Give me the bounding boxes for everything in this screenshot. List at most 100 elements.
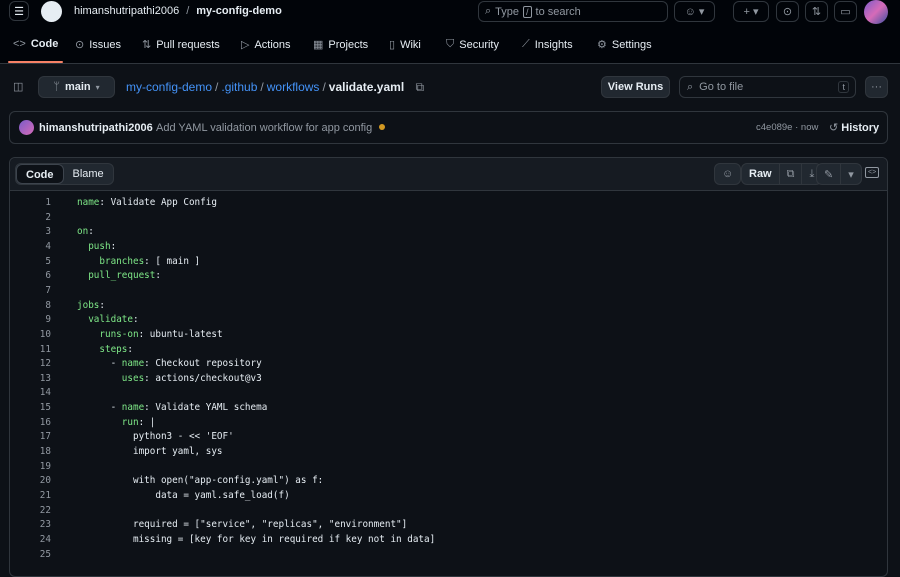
line-number[interactable]: 16 xyxy=(10,416,51,431)
go-to-file-input[interactable]: ⌕ Go to file t xyxy=(679,76,856,98)
line-number[interactable]: 25 xyxy=(10,548,51,563)
create-new-button[interactable]: + ▾ xyxy=(733,1,769,22)
line-number[interactable]: 19 xyxy=(10,460,51,475)
search-input[interactable]: ⌕ Type / to search xyxy=(478,1,668,22)
tab-pull-requests[interactable]: ⇅ Pull requests xyxy=(142,38,220,52)
line-number[interactable]: 22 xyxy=(10,504,51,519)
go-to-file-placeholder: Go to file xyxy=(699,81,744,93)
inbox-button[interactable]: ▭ xyxy=(834,1,857,22)
yaml-value: : ubuntu-latest xyxy=(138,328,223,340)
line-number[interactable]: 21 xyxy=(10,489,51,504)
copilot-button[interactable]: ☺ ▾ xyxy=(674,1,715,22)
pull-requests-button[interactable]: ⇅ xyxy=(805,1,828,22)
yaml-key: on xyxy=(77,226,89,238)
line-number[interactable]: 11 xyxy=(10,343,51,358)
chevron-down-icon[interactable]: ▾ xyxy=(841,164,861,184)
tab-blame-view[interactable]: Blame xyxy=(64,164,113,184)
view-runs-button[interactable]: View Runs xyxy=(601,76,670,98)
tab-insights[interactable]: ⟋ Insights xyxy=(522,38,573,51)
line-content: name: Validate App Config xyxy=(77,196,217,211)
line-number[interactable]: 2 xyxy=(10,211,51,226)
breadcrumb-github[interactable]: .github xyxy=(221,80,257,94)
code-line: 17 python3 - << 'EOF' xyxy=(10,430,887,445)
line-number[interactable]: 23 xyxy=(10,518,51,533)
breadcrumb-repo[interactable]: my-config-demo xyxy=(126,80,212,94)
line-number[interactable]: 8 xyxy=(10,299,51,314)
tab-settings[interactable]: ⚙ Settings xyxy=(597,38,652,52)
code-line: 7 xyxy=(10,284,887,299)
branch-selector[interactable]: ᛘ main ▾ xyxy=(38,76,115,98)
line-number[interactable]: 17 xyxy=(10,430,51,445)
owner-link[interactable]: himanshutripathi2006 xyxy=(74,5,179,17)
avatar[interactable] xyxy=(864,0,888,24)
line-number[interactable]: 6 xyxy=(10,269,51,284)
plus-icon: + xyxy=(743,5,750,18)
history-label: History xyxy=(841,122,880,134)
line-number[interactable]: 18 xyxy=(10,445,51,460)
line-number[interactable]: 12 xyxy=(10,357,51,372)
copy-raw-icon[interactable]: ⧉ xyxy=(780,164,803,184)
file-viewer: Code Blame ☺ Raw ⧉ ⤓ ✎ ▾ <> 1 name: Valid… xyxy=(9,157,888,577)
symbols-panel-icon[interactable]: <> xyxy=(865,167,880,178)
line-number[interactable]: 9 xyxy=(10,313,51,328)
line-number[interactable]: 14 xyxy=(10,386,51,401)
copilot-ask-button[interactable]: ☺ xyxy=(714,163,742,185)
author-avatar[interactable] xyxy=(19,120,34,135)
pencil-icon[interactable]: ✎ xyxy=(817,164,842,184)
commit-time: now xyxy=(800,122,819,133)
copy-path-icon[interactable]: ⧉ xyxy=(416,80,425,94)
line-number[interactable]: 1 xyxy=(10,196,51,211)
raw-button[interactable]: Raw xyxy=(742,164,780,184)
line-number[interactable]: 13 xyxy=(10,372,51,387)
menu-button[interactable]: ☰ xyxy=(9,1,29,21)
search-placeholder-suffix: to search xyxy=(535,5,581,18)
tab-label: Wiki xyxy=(400,38,421,51)
repo-link[interactable]: my-config-demo xyxy=(196,5,282,17)
code-area[interactable]: 1 name: Validate App Config 2 3 on: 4 push: 5 … xyxy=(10,196,887,576)
tab-code[interactable]: <> Code xyxy=(13,38,58,50)
tab-wiki[interactable]: ▯ Wiki xyxy=(389,38,421,52)
code-line: 24 missing = [key for key in required if… xyxy=(10,533,887,548)
tab-security[interactable]: ⛉ Security xyxy=(446,38,499,51)
line-indent: with open("app-config.yaml") as f: xyxy=(77,475,324,487)
tab-projects[interactable]: ▦ Projects xyxy=(313,38,368,52)
breadcrumb-workflows[interactable]: workflows xyxy=(267,80,320,94)
yaml-key: branches xyxy=(99,255,145,267)
tab-issues[interactable]: ⊙ Issues xyxy=(75,38,121,52)
tab-actions[interactable]: ▷ Actions xyxy=(241,38,291,52)
commit-message[interactable]: Add YAML validation workflow for app con… xyxy=(156,122,372,134)
line-number[interactable]: 3 xyxy=(10,225,51,240)
status-pending-icon[interactable] xyxy=(379,124,385,130)
commit-author[interactable]: himanshutripathi2006 xyxy=(39,122,153,134)
line-content: with open("app-config.yaml") as f: xyxy=(77,474,323,489)
issues-button[interactable]: ⊙ xyxy=(776,1,799,22)
line-content: on: xyxy=(77,225,94,240)
github-logo-icon[interactable] xyxy=(41,1,62,22)
commit-sha[interactable]: c4e089e xyxy=(756,122,792,133)
line-content: python3 - << 'EOF' xyxy=(77,430,234,445)
yaml-value: : [ main ] xyxy=(144,255,201,267)
line-indent: python3 - << 'EOF' xyxy=(77,431,234,443)
line-indent: - xyxy=(77,358,122,370)
line-number[interactable]: 24 xyxy=(10,533,51,548)
code-line: 12 - name: Checkout repository xyxy=(10,357,887,372)
line-number[interactable]: 15 xyxy=(10,401,51,416)
line-content: steps: xyxy=(77,343,133,358)
line-number[interactable]: 5 xyxy=(10,255,51,270)
line-number[interactable]: 20 xyxy=(10,474,51,489)
line-number[interactable]: 7 xyxy=(10,284,51,299)
code-icon: <> xyxy=(13,38,26,50)
line-number[interactable]: 4 xyxy=(10,240,51,255)
code-line: 8 jobs: xyxy=(10,299,887,314)
history-link[interactable]: ↺ History xyxy=(829,121,879,134)
tab-code-view[interactable]: Code xyxy=(16,164,64,184)
line-number[interactable]: 10 xyxy=(10,328,51,343)
sidebar-toggle-icon[interactable]: ◫ xyxy=(13,80,23,93)
more-options-button[interactable]: ··· xyxy=(865,76,888,98)
